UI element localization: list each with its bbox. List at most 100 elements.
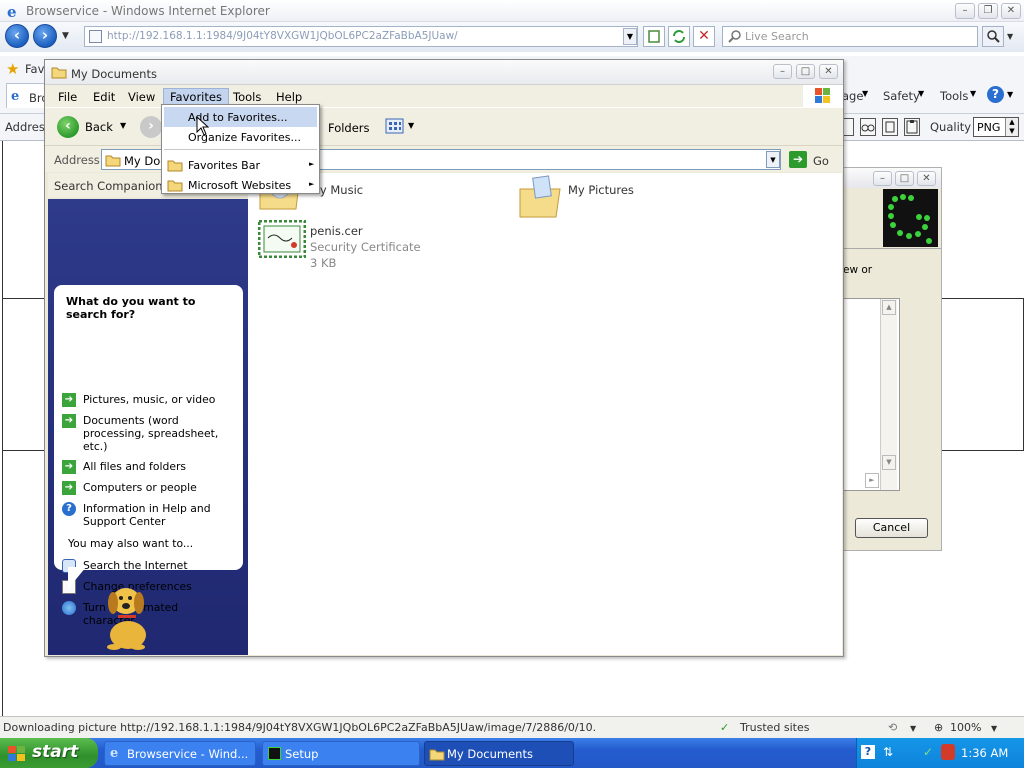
remote-page-border <box>2 141 3 716</box>
favorites-star-icon[interactable]: ★ <box>6 60 19 78</box>
background-dialog: – □ ✕ ew or ▲ ▼ ► Cancel <box>842 167 942 551</box>
search-icon <box>728 29 742 43</box>
help-tray-icon[interactable]: ? <box>861 745 875 759</box>
security-zone[interactable]: Trusted sites <box>740 721 810 734</box>
microsoft-websites-item[interactable]: Microsoft Websites ► <box>164 175 317 195</box>
svg-text:e: e <box>7 3 17 19</box>
pictures-folder-icon[interactable] <box>518 173 564 219</box>
protected-mode-dropdown-icon[interactable]: ▼ <box>910 724 916 733</box>
my-documents-title: My Documents <box>71 67 157 81</box>
help-icon: ? <box>62 502 76 516</box>
address-dropdown-icon[interactable]: ▼ <box>766 151 780 168</box>
taskbar-item-setup[interactable]: Setup <box>262 741 420 766</box>
check-tray-icon[interactable]: ✓ <box>923 745 933 759</box>
cancel-button[interactable]: Cancel <box>855 518 928 538</box>
menu-help[interactable]: Help <box>269 88 309 105</box>
dialog-maximize-button[interactable]: □ <box>895 171 914 186</box>
menu-favorites[interactable]: Favorites <box>163 88 229 105</box>
ie-active-tab[interactable]: e Bro <box>6 83 48 108</box>
refresh-icon[interactable] <box>668 26 690 47</box>
search-dog-icon[interactable] <box>96 577 160 651</box>
search-go-button[interactable] <box>982 26 1004 47</box>
tools-menu[interactable]: Tools <box>940 89 968 103</box>
compatibility-view-icon[interactable] <box>643 26 665 47</box>
add-to-favorites-item[interactable]: Add to Favorites... <box>164 107 317 127</box>
network-tray-icon[interactable]: ⇅ <box>883 745 893 759</box>
dialog-minimize-button[interactable]: – <box>873 171 892 186</box>
green-arrow-icon: ➔ <box>62 481 76 495</box>
clock[interactable]: 1:36 AM <box>961 746 1008 760</box>
ie-address-bar[interactable]: http://192.168.1.1:1984/9J04tY8VXGW1JQbO… <box>84 26 638 47</box>
ie-close-button[interactable]: ✕ <box>1001 3 1021 19</box>
ie-icon: e <box>110 746 119 761</box>
file-name[interactable]: penis.cer <box>310 224 363 238</box>
ie-logo-icon: e <box>5 3 21 19</box>
folder-icon <box>167 178 183 192</box>
favorites-bar-item[interactable]: Favorites Bar ► <box>164 155 317 175</box>
menu-file[interactable]: File <box>51 88 84 105</box>
views-dropdown-icon[interactable]: ▼ <box>408 121 414 130</box>
ie-forward-button[interactable]: › <box>33 24 57 48</box>
menu-edit[interactable]: Edit <box>86 88 122 105</box>
option-label: All files and folders <box>83 460 187 473</box>
start-button[interactable]: start <box>0 738 98 768</box>
menu-separator <box>164 149 317 150</box>
ie-back-button[interactable]: ‹ <box>5 24 29 48</box>
favorites-dropdown-menu: Add to Favorites... Organize Favorites..… <box>161 104 320 194</box>
go-button[interactable]: Go <box>813 154 829 168</box>
menu-view[interactable]: View <box>121 88 162 105</box>
back-button[interactable]: Back <box>85 120 113 134</box>
task-label: Setup <box>285 747 319 761</box>
file-list-area[interactable]: My Music My Pictures penis.cer Security … <box>248 173 842 655</box>
search-options-dropdown[interactable]: ▼ <box>1007 32 1013 41</box>
ie-restore-button[interactable]: ❐ <box>978 3 998 19</box>
protected-mode-icon[interactable]: ⟲ <box>888 721 897 734</box>
file-name[interactable]: My Pictures <box>568 183 634 197</box>
go-arrow-icon[interactable]: ➔ <box>789 151 807 168</box>
scroll-down-icon[interactable]: ▼ <box>882 455 896 470</box>
my-docs-maximize-button[interactable]: □ <box>796 64 815 79</box>
file-type: Security Certificate <box>310 240 421 254</box>
ie-status-bar: Downloading picture http://192.168.1.1:1… <box>0 716 1024 738</box>
quality-spinner-icon[interactable]: ▲ ▼ <box>1005 118 1018 136</box>
stop-icon[interactable]: ✕ <box>693 26 715 47</box>
my-docs-minimize-button[interactable]: – <box>773 64 792 79</box>
taskbar-item-browservice[interactable]: e Browservice - Wind... <box>104 741 256 766</box>
page-menu-label[interactable]: age <box>842 89 863 103</box>
binoculars-icon[interactable] <box>860 118 876 136</box>
help-menu-arrow-icon: ▼ <box>1007 90 1014 99</box>
organize-favorites-item[interactable]: Organize Favorites... <box>164 127 317 147</box>
dialog-list-scrollbar[interactable]: ▲ ▼ ► <box>865 299 897 490</box>
help-icon[interactable]: ? <box>987 86 1004 103</box>
page-icon <box>89 30 102 43</box>
dialog-separator <box>843 248 941 249</box>
paste-icon[interactable] <box>904 118 920 136</box>
menu-tools[interactable]: Tools <box>226 88 268 105</box>
dialog-close-button[interactable]: ✕ <box>917 171 936 186</box>
favorites-center-label[interactable]: Fav <box>25 62 44 76</box>
zoom-dropdown-icon[interactable]: ▼ <box>991 724 997 733</box>
page-menu-arrow-icon: ▼ <box>862 89 869 98</box>
zoom-level[interactable]: 100% <box>950 721 981 734</box>
my-docs-close-button[interactable]: ✕ <box>819 64 838 79</box>
ie-recent-pages-dropdown[interactable]: ▼ <box>62 31 69 41</box>
security-shield-icon[interactable] <box>941 744 955 760</box>
scroll-right-icon[interactable]: ► <box>865 473 879 488</box>
address-dropdown-icon[interactable]: ▼ <box>623 28 637 45</box>
forward-arrow-icon[interactable]: › <box>140 116 162 138</box>
start-label: start <box>32 742 79 762</box>
clipboard-icon[interactable] <box>882 118 898 136</box>
option-label: Documents (word processing, spreadsheet,… <box>83 414 219 453</box>
ie-minimize-button[interactable]: – <box>955 3 975 19</box>
folders-button[interactable]: Folders <box>328 121 370 135</box>
back-arrow-icon[interactable]: ‹ <box>57 116 79 138</box>
taskbar-item-my-documents[interactable]: My Documents <box>424 741 574 766</box>
safety-menu[interactable]: Safety <box>883 89 920 103</box>
quality-select[interactable]: PNG ▲ ▼ <box>973 117 1019 137</box>
certificate-icon[interactable] <box>258 220 306 258</box>
live-search-input[interactable]: Live Search <box>722 26 978 47</box>
option-label: Search the Internet <box>83 559 188 572</box>
scroll-up-icon[interactable]: ▲ <box>882 300 896 315</box>
back-dropdown-icon[interactable]: ▼ <box>120 121 126 130</box>
views-icon[interactable] <box>385 117 405 135</box>
